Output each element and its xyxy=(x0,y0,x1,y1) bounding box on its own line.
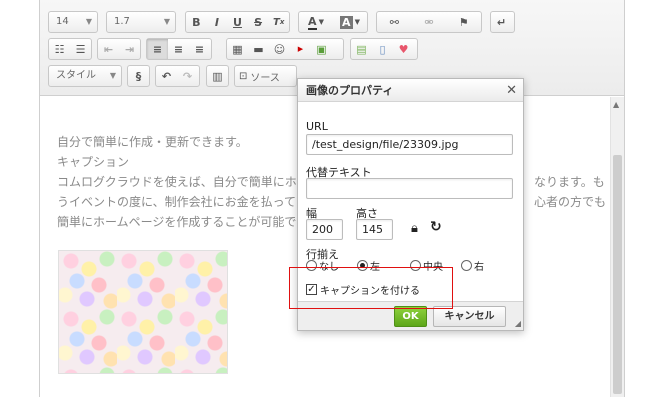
link-icon[interactable]: ⚯ xyxy=(377,12,412,32)
style-select-value: スタイル xyxy=(56,70,96,81)
source-label: ソース xyxy=(250,72,280,84)
url-input[interactable]: /test_design/file/23309.jpg xyxy=(306,134,513,155)
content-line: キャプション xyxy=(57,155,130,169)
style-select[interactable]: スタイル ▼ xyxy=(48,65,122,87)
smiley-icon[interactable]: ☺ xyxy=(269,39,290,59)
remove-format-button[interactable]: Tx xyxy=(268,12,289,32)
enter-group: ↵ xyxy=(490,11,515,33)
scroll-thumb[interactable] xyxy=(613,155,622,394)
reset-size-icon[interactable]: ↻ xyxy=(430,219,442,235)
font-size-value: 14 xyxy=(56,16,69,27)
underline-button[interactable]: U xyxy=(227,12,248,32)
heart-icon[interactable]: ♥ xyxy=(393,39,414,59)
bold-button[interactable]: B xyxy=(186,12,207,32)
align-center-icon[interactable]: ≡ xyxy=(168,39,189,59)
history-group: ↶ ↷ xyxy=(155,65,200,87)
bullet-list-icon[interactable]: ☰ xyxy=(70,39,91,59)
alt-text-input[interactable] xyxy=(306,178,513,199)
resize-handle-icon[interactable]: ◢ xyxy=(515,319,521,328)
chevron-down-icon: ▼ xyxy=(109,71,116,80)
cancel-button[interactable]: キャンセル xyxy=(433,306,506,327)
paste-icon[interactable]: ▥ xyxy=(207,66,228,86)
youtube-icon[interactable]: ▶ xyxy=(290,39,311,59)
candy-image[interactable] xyxy=(58,250,228,374)
text-color-button[interactable]: A ▼ xyxy=(299,12,333,32)
font-size-select[interactable]: 14 ▼ xyxy=(48,11,98,33)
content-line: 自分で簡単に作成・更新できます。 xyxy=(57,135,248,149)
line-height-value: 1.7 xyxy=(114,16,130,27)
strikethrough-button[interactable]: S xyxy=(248,12,269,32)
close-icon[interactable]: ✕ xyxy=(506,79,517,102)
content-line: 簡単にホームページを作成することが可能です xyxy=(57,215,309,229)
template-icon[interactable]: ▤ xyxy=(351,39,372,59)
image-icon[interactable]: ▣ xyxy=(311,39,332,59)
align-right-radio[interactable]: 右 xyxy=(461,258,484,273)
align-right-label: 右 xyxy=(474,262,484,273)
unlink-icon[interactable]: ⚮ xyxy=(412,12,447,32)
numbered-list-icon[interactable]: ☷ xyxy=(49,39,70,59)
content-line: うイベントの度に、制作会社にお金を払って xyxy=(57,195,297,209)
content-line-right: なります。も xyxy=(534,175,605,189)
color-group: A ▼ A ▼ xyxy=(298,11,368,33)
anchor-flag-icon[interactable]: ⚑ xyxy=(446,12,481,32)
width-input[interactable]: 200 xyxy=(306,219,343,240)
ok-button[interactable]: OK xyxy=(394,306,427,327)
lock-ratio-icon[interactable]: 🔒︎ xyxy=(411,221,418,236)
radio-dot xyxy=(461,260,472,271)
paste-group: ▥ xyxy=(206,65,229,87)
redo-icon[interactable]: ↷ xyxy=(177,66,198,86)
horizontal-rule-icon[interactable]: ▬ xyxy=(248,39,269,59)
content-line: コムログクラウドを使えば、自分で簡単にホー xyxy=(57,175,309,189)
insert-group: ▦ ▬ ☺ ▶ ▣ xyxy=(226,38,344,60)
align-right-icon[interactable]: ≡ xyxy=(189,39,210,59)
align-left-icon[interactable]: ≡ xyxy=(147,39,168,59)
table-icon[interactable]: ▦ xyxy=(227,39,248,59)
vertical-scrollbar[interactable]: ▲ xyxy=(610,97,624,397)
code-icon[interactable]: § xyxy=(128,66,149,86)
align-group: ≡ ≡ ≡ xyxy=(146,38,212,60)
source-button[interactable]: ⊡ ソース xyxy=(234,65,297,87)
text-format-group: B I U S Tx xyxy=(185,11,290,33)
link-group: ⚯ ⚮ ⚑ xyxy=(376,11,482,33)
caption-highlight-box xyxy=(289,267,453,309)
line-height-select[interactable]: 1.7 ▼ xyxy=(106,11,176,33)
template-group: ▤ ▯ ♥ xyxy=(350,38,418,60)
indent-group: ⇤ ⇥ xyxy=(97,38,141,60)
scroll-up-arrow-icon[interactable]: ▲ xyxy=(613,100,619,109)
document-icon[interactable]: ▯ xyxy=(372,39,393,59)
dialog-title: 画像のプロパティ xyxy=(306,84,394,97)
source-icon: ⊡ xyxy=(239,70,248,82)
code-group: § xyxy=(127,65,150,87)
chevron-down-icon: ▼ xyxy=(163,17,170,26)
undo-icon[interactable]: ↶ xyxy=(156,66,177,86)
background-color-button[interactable]: A ▼ xyxy=(333,12,367,32)
chevron-down-icon: ▼ xyxy=(85,17,92,26)
italic-button[interactable]: I xyxy=(207,12,228,32)
height-input[interactable]: 145 xyxy=(356,219,393,240)
enter-icon[interactable]: ↵ xyxy=(491,12,512,32)
content-line-right: 心者の方でも xyxy=(534,195,607,209)
dialog-title-bar[interactable]: 画像のプロパティ ✕ xyxy=(298,79,523,102)
url-label: URL xyxy=(306,120,328,133)
outdent-icon[interactable]: ⇤ xyxy=(98,39,119,59)
indent-icon[interactable]: ⇥ xyxy=(119,39,140,59)
list-group: ☷ ☰ xyxy=(48,38,92,60)
